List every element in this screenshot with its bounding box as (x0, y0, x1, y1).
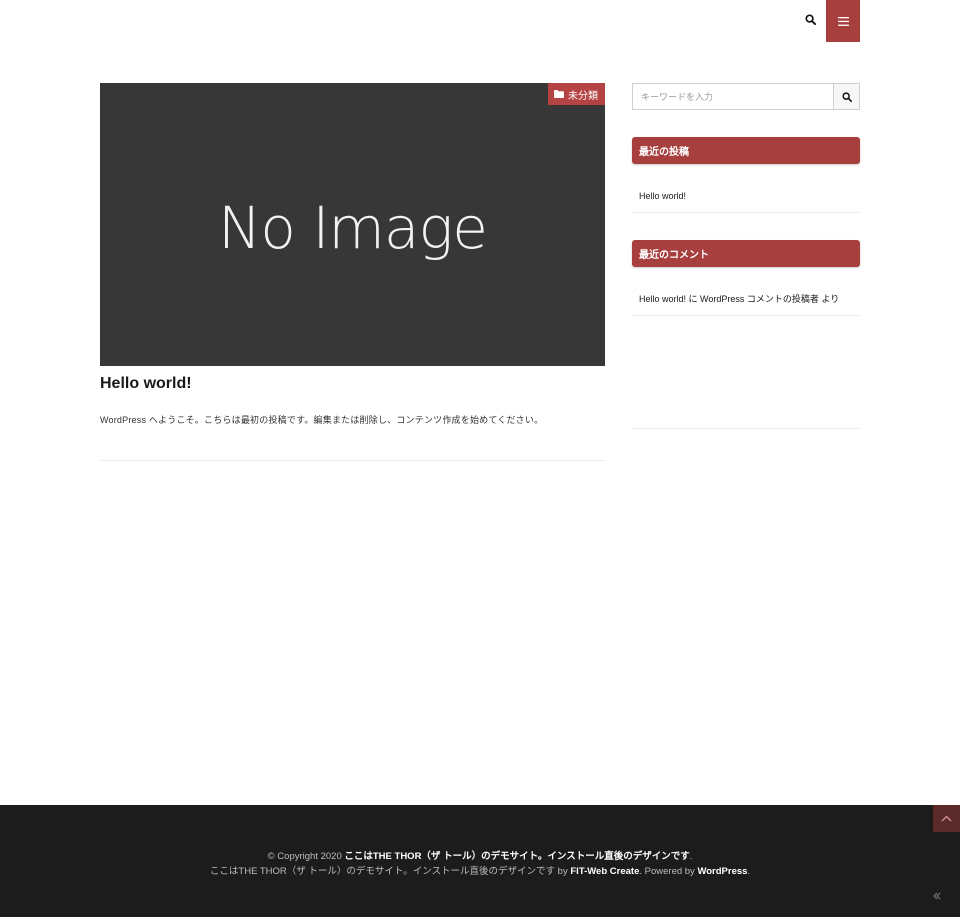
footer-site-name-link[interactable]: ここはTHE THOR（ザ トール）のデモサイト。インストール直後のデザインです (344, 851, 689, 862)
header-search-button[interactable] (796, 0, 824, 38)
double-chevron-left-icon (933, 892, 941, 900)
collapse-arrow-icon[interactable] (930, 889, 944, 903)
sidebar-divider (632, 428, 860, 429)
footer-credit: ここはTHE THOR（ザ トール）のデモサイト。インストール直後のデザインです… (0, 863, 960, 877)
site-footer: © Copyright 2020 ここはTHE THOR（ザ トール）のデモサイ… (0, 805, 960, 917)
category-badge[interactable]: 未分類 (548, 83, 605, 105)
post-title-link[interactable]: Hello world! (100, 375, 192, 393)
post-divider (100, 460, 605, 461)
folder-icon (554, 90, 564, 98)
search-submit-button[interactable] (833, 83, 860, 110)
recent-comments-heading: 最近のコメント (632, 240, 860, 267)
post-eyecatch-image[interactable]: No Image 未分類 (100, 83, 605, 366)
page-top-button[interactable] (933, 805, 960, 832)
comment-suffix: より (818, 294, 840, 304)
footer-copyright: © Copyright 2020 ここはTHE THOR（ザ トール）のデモサイ… (0, 848, 960, 862)
credit-suffix: . (747, 866, 751, 877)
powered-by-text: . Powered by (639, 866, 698, 877)
search-icon (841, 91, 852, 102)
category-label: 未分類 (568, 90, 598, 102)
comment-connector: に (686, 294, 701, 304)
chevron-up-icon (941, 815, 952, 822)
recent-posts-heading: 最近の投稿 (632, 137, 860, 164)
comment-post-link[interactable]: Hello world! (639, 294, 686, 304)
recent-post-item: Hello world! (632, 179, 860, 213)
no-image-placeholder: No Image (218, 193, 488, 262)
recent-comment-item: Hello world! に WordPress コメントの投稿者 より (632, 282, 860, 316)
credit-prefix: ここはTHE THOR（ザ トール）のデモサイト。インストール直後のデザインです… (209, 866, 571, 877)
search-icon (804, 13, 816, 25)
search-input[interactable] (632, 83, 833, 110)
site-header (0, 0, 960, 42)
comment-author-link[interactable]: WordPress コメントの投稿者 (700, 292, 819, 305)
fit-web-create-link[interactable]: FIT-Web Create (570, 866, 639, 877)
copyright-prefix: © Copyright 2020 (267, 851, 345, 862)
hamburger-menu-button[interactable] (826, 0, 860, 42)
hamburger-menu-icon (837, 16, 849, 26)
post-excerpt: WordPress へようこそ。こちらは最初の投稿です。編集または削除し、コンテ… (100, 415, 544, 425)
wordpress-link[interactable]: WordPress (697, 866, 747, 877)
recent-post-link[interactable]: Hello world! (639, 191, 686, 201)
copyright-suffix: . (689, 851, 693, 862)
sidebar-search-form (632, 83, 860, 110)
